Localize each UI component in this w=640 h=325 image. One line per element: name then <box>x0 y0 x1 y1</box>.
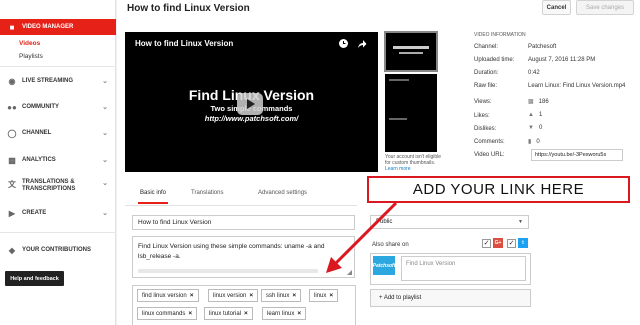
annotation-arrow <box>326 201 398 273</box>
